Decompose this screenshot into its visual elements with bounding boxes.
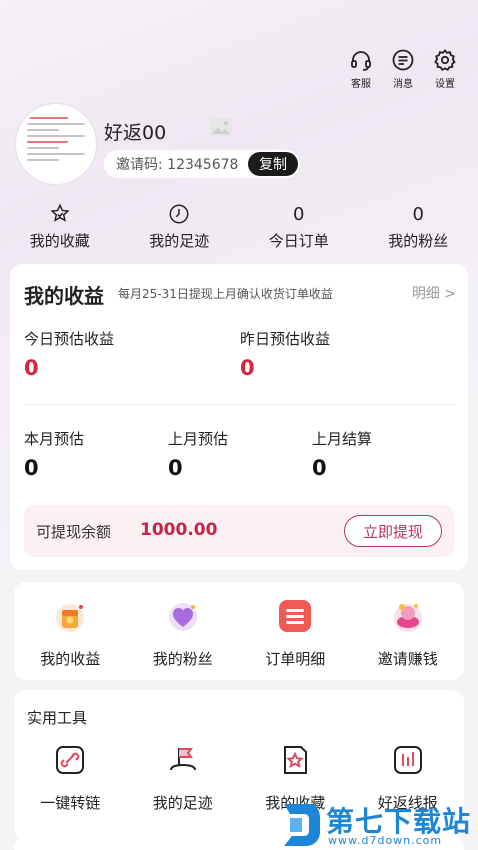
quick-my-fans-label: 我的粉丝 [152, 650, 213, 668]
stat-today-orders-value: 0 [293, 203, 305, 225]
stats-row: 我的收藏 我的足迹 0 今日订单 0 我的粉丝 [0, 202, 478, 251]
stat-favorites-label: 我的收藏 [29, 232, 90, 250]
last-month-estimate-label: 上月预估 [168, 430, 229, 448]
avatar-image [27, 117, 85, 175]
settings-label: 设置 [435, 79, 455, 90]
settings-button[interactable]: 设置 [430, 48, 460, 90]
quick-invite-earn[interactable]: 邀请赚钱 [352, 598, 465, 669]
report-chart-icon [393, 746, 422, 774]
footprint-flag-icon [169, 748, 196, 771]
stat-fans-label: 我的粉丝 [388, 232, 449, 250]
earnings-subtitle: 每月25-31日提现上月确认收货订单收益 [118, 287, 333, 301]
stat-footprint[interactable]: 我的足迹 [120, 202, 240, 251]
stat-today-orders[interactable]: 0 今日订单 [239, 202, 359, 251]
earnings-detail-link[interactable]: 明细 > [412, 283, 456, 303]
tool-footprint-label: 我的足迹 [152, 794, 213, 812]
stat-fans-value: 0 [412, 203, 424, 225]
yesterday-estimate-value: 0 [240, 356, 255, 380]
stat-today-orders-label: 今日订单 [268, 232, 329, 250]
clock-icon [169, 204, 189, 224]
month-estimate-value: 0 [24, 456, 39, 480]
withdraw-bar: 可提现余额 1000.00 立即提现 [24, 505, 454, 557]
last-month-settled-value: 0 [312, 456, 327, 480]
quick-my-earnings-label: 我的收益 [40, 650, 101, 668]
customer-service-button[interactable]: 客服 [346, 48, 376, 90]
watermark-url: www.d7down.com [328, 834, 443, 847]
today-estimate-value: 0 [24, 356, 39, 380]
stat-fans[interactable]: 0 我的粉丝 [359, 202, 478, 251]
withdrawable-label: 可提现余额 [36, 523, 112, 541]
earnings-card: 我的收益 每月25-31日提现上月确认收货订单收益 明细 > 今日预估收益 0 … [10, 264, 468, 570]
quick-invite-earn-label: 邀请赚钱 [377, 650, 438, 668]
gear-icon [434, 49, 456, 71]
watermark-logo-icon [284, 804, 320, 846]
tool-link-convert[interactable]: 一键转链 [14, 742, 127, 813]
invite-code-text: 邀请码: 12345678 [116, 157, 239, 173]
stat-favorites[interactable]: 我的收藏 [0, 202, 120, 251]
favorite-star-icon [284, 746, 308, 774]
messages-button[interactable]: 消息 [388, 48, 418, 90]
last-month-settled-label: 上月结算 [312, 430, 373, 448]
message-icon [392, 49, 414, 71]
customer-service-label: 客服 [351, 79, 371, 90]
quick-my-fans[interactable]: 我的粉丝 [127, 598, 240, 669]
quick-menu-card: 我的收益 我的粉丝 订单明细 邀请赚钱 [14, 582, 464, 680]
month-estimate-label: 本月预估 [24, 430, 85, 448]
star-badge-icon [50, 203, 70, 222]
quick-order-details-label: 订单明细 [265, 650, 326, 668]
copy-button[interactable]: 复制 [248, 152, 298, 176]
invite-code-pill: 邀请码: 12345678 复制 [104, 150, 300, 178]
quick-my-earnings[interactable]: 我的收益 [14, 598, 127, 669]
withdrawable-amount: 1000.00 [140, 520, 218, 540]
tool-link-convert-label: 一键转链 [40, 794, 101, 812]
tool-footprint[interactable]: 我的足迹 [127, 742, 240, 813]
withdraw-button[interactable]: 立即提现 [344, 515, 442, 547]
stat-footprint-label: 我的足迹 [149, 232, 210, 250]
tools-title: 实用工具 [27, 709, 88, 727]
divider [24, 404, 454, 405]
messages-label: 消息 [393, 79, 413, 90]
image-placeholder-icon [210, 118, 232, 136]
invite-money-icon [393, 604, 422, 632]
headset-icon [351, 51, 371, 71]
order-list-icon [279, 600, 312, 632]
username: 好返00 [104, 122, 167, 144]
quick-order-details[interactable]: 订单明细 [239, 598, 352, 669]
fans-heart-icon [168, 603, 197, 631]
watermark: 第七下载站 www.d7down.com [280, 800, 478, 850]
earnings-title: 我的收益 [24, 284, 104, 308]
avatar[interactable] [16, 104, 96, 184]
yesterday-estimate-label: 昨日预估收益 [240, 330, 331, 348]
top-actions: 客服 消息 设置 [346, 48, 460, 90]
last-month-estimate-value: 0 [168, 456, 183, 480]
earnings-gift-icon [56, 604, 85, 632]
link-convert-icon [56, 746, 85, 774]
today-estimate-label: 今日预估收益 [24, 330, 115, 348]
